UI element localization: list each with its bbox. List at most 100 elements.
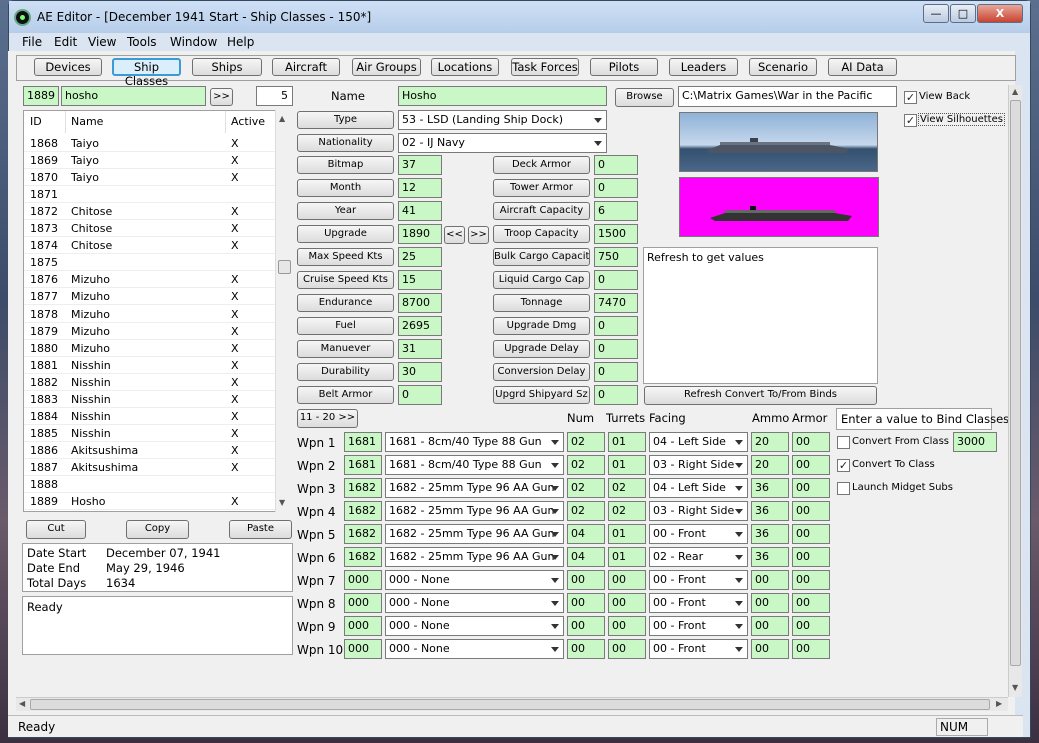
weapon-turrets-field[interactable]: 01 bbox=[608, 524, 646, 544]
weapon-num-field[interactable]: 00 bbox=[567, 616, 605, 636]
upgrade-next-button[interactable]: >> bbox=[468, 226, 489, 244]
cut-button[interactable]: Cut bbox=[26, 520, 86, 539]
weapon-armor-field[interactable]: 00 bbox=[792, 524, 830, 544]
list-row[interactable]: 1879 Mizuho X bbox=[24, 323, 276, 340]
search-id-field[interactable]: 1889 bbox=[23, 86, 59, 106]
weapon-facing-dropdown[interactable]: 04 - Left Side bbox=[649, 478, 748, 498]
list-row[interactable]: 1884 Nisshin X bbox=[24, 408, 276, 425]
field-button[interactable]: Tonnage bbox=[493, 294, 590, 312]
page-next-button[interactable]: 11 - 20 >> bbox=[297, 409, 358, 428]
search-go-button[interactable]: >> bbox=[210, 88, 233, 106]
weapon-armor-field[interactable]: 00 bbox=[792, 478, 830, 498]
weapon-id-field[interactable]: 1682 bbox=[344, 524, 382, 544]
field-value[interactable]: 0 bbox=[398, 385, 442, 405]
weapon-ammo-field[interactable]: 20 bbox=[751, 432, 789, 452]
field-value[interactable]: 12 bbox=[398, 178, 442, 198]
field-value[interactable]: 37 bbox=[398, 155, 442, 175]
weapon-ammo-field[interactable]: 00 bbox=[751, 593, 789, 613]
weapon-ammo-field[interactable]: 00 bbox=[751, 616, 789, 636]
weapon-num-field[interactable]: 02 bbox=[567, 432, 605, 452]
list-row[interactable]: 1880 Mizuho X bbox=[24, 340, 276, 357]
menu-help[interactable]: Help bbox=[227, 35, 254, 49]
weapon-dropdown[interactable]: 000 - None bbox=[385, 639, 564, 659]
list-row[interactable]: 1881 Nisshin X bbox=[24, 357, 276, 374]
ship-class-list[interactable]: ID Name Active 1868 Taiyo X 1869 Taiyo X 1870 T… bbox=[23, 110, 293, 512]
tab-air-groups[interactable]: Air Groups bbox=[352, 58, 421, 76]
menu-edit[interactable]: Edit bbox=[54, 35, 77, 49]
field-value[interactable]: 25 bbox=[398, 247, 442, 267]
weapon-armor-field[interactable]: 00 bbox=[792, 547, 830, 567]
menu-tools[interactable]: Tools bbox=[127, 35, 157, 49]
type-button[interactable]: Type bbox=[297, 111, 394, 129]
main-scroll-left-icon[interactable]: ◀ bbox=[19, 699, 25, 708]
field-button[interactable]: Cruise Speed Kts bbox=[297, 271, 394, 289]
weapon-facing-dropdown[interactable]: 00 - Front bbox=[649, 616, 748, 636]
field-button[interactable]: Upgrade bbox=[297, 225, 394, 243]
list-row[interactable]: 1872 Chitose X bbox=[24, 203, 276, 221]
field-button[interactable]: Manuever bbox=[297, 340, 394, 358]
field-button[interactable]: Belt Armor bbox=[297, 386, 394, 404]
list-row[interactable]: 1887 Akitsushima X bbox=[24, 459, 276, 476]
weapon-ammo-field[interactable]: 36 bbox=[751, 501, 789, 521]
weapon-turrets-field[interactable]: 01 bbox=[608, 432, 646, 452]
list-row[interactable]: 1878 Mizuho X bbox=[24, 306, 276, 323]
weapon-num-field[interactable]: 04 bbox=[567, 524, 605, 544]
field-value[interactable]: 30 bbox=[398, 362, 442, 382]
list-row[interactable]: 1871 bbox=[24, 186, 276, 204]
upgrade-prev-button[interactable]: << bbox=[444, 226, 465, 244]
weapon-turrets-field[interactable]: 00 bbox=[608, 639, 646, 659]
field-button[interactable]: Tower Armor bbox=[493, 179, 590, 197]
weapon-turrets-field[interactable]: 02 bbox=[608, 501, 646, 521]
list-row[interactable]: 1874 Chitose X bbox=[24, 237, 276, 255]
field-button[interactable]: Bitmap bbox=[297, 156, 394, 174]
col-header-active[interactable]: Active bbox=[226, 111, 276, 133]
field-button[interactable]: Upgrade Delay bbox=[493, 340, 590, 358]
weapon-armor-field[interactable]: 00 bbox=[792, 616, 830, 636]
field-button[interactable]: Fuel bbox=[297, 317, 394, 335]
weapon-dropdown[interactable]: 000 - None bbox=[385, 593, 564, 613]
field-value[interactable]: 7470 bbox=[594, 293, 638, 313]
weapon-dropdown[interactable]: 1682 - 25mm Type 96 AA Gun bbox=[385, 524, 564, 544]
field-button[interactable]: Max Speed Kts bbox=[297, 248, 394, 266]
scroll-up-icon[interactable]: ▲ bbox=[279, 114, 285, 123]
weapon-id-field[interactable]: 000 bbox=[344, 616, 382, 636]
weapon-armor-field[interactable]: 00 bbox=[792, 593, 830, 613]
tab-ai-data[interactable]: AI Data bbox=[828, 58, 897, 76]
field-value[interactable]: 2695 bbox=[398, 316, 442, 336]
field-value[interactable]: 0 bbox=[594, 362, 638, 382]
weapon-num-field[interactable]: 02 bbox=[567, 455, 605, 475]
nationality-button[interactable]: Nationality bbox=[297, 134, 394, 152]
field-button[interactable]: Bulk Cargo Capacity bbox=[493, 248, 590, 266]
list-row[interactable]: 1875 bbox=[24, 254, 276, 272]
weapon-id-field[interactable]: 000 bbox=[344, 639, 382, 659]
tab-aircraft[interactable]: Aircraft bbox=[272, 58, 340, 76]
type-dropdown[interactable]: 53 - LSD (Landing Ship Dock) bbox=[398, 110, 607, 130]
field-value[interactable]: 6 bbox=[594, 201, 638, 221]
list-row[interactable]: 1877 Mizuho X bbox=[24, 288, 276, 306]
weapon-num-field[interactable]: 00 bbox=[567, 639, 605, 659]
field-value[interactable]: 0 bbox=[594, 270, 638, 290]
weapon-facing-dropdown[interactable]: 04 - Left Side bbox=[649, 432, 748, 452]
convert-to-checkbox[interactable]: ✓ bbox=[837, 459, 850, 472]
weapon-num-field[interactable]: 02 bbox=[567, 478, 605, 498]
weapon-ammo-field[interactable]: 00 bbox=[751, 570, 789, 590]
weapon-turrets-field[interactable]: 00 bbox=[608, 616, 646, 636]
menu-view[interactable]: View bbox=[88, 35, 116, 49]
weapon-facing-dropdown[interactable]: 00 - Front bbox=[649, 570, 748, 590]
list-row[interactable]: 1886 Akitsushima X bbox=[24, 442, 276, 459]
field-button[interactable]: Aircraft Capacity bbox=[493, 202, 590, 220]
weapon-id-field[interactable]: 1681 bbox=[344, 432, 382, 452]
field-value[interactable]: 41 bbox=[398, 201, 442, 221]
weapon-facing-dropdown[interactable]: 00 - Front bbox=[649, 593, 748, 613]
field-button[interactable]: Year bbox=[297, 202, 394, 220]
field-value[interactable]: 0 bbox=[594, 178, 638, 198]
main-scroll-thumb[interactable] bbox=[1010, 100, 1021, 666]
weapon-facing-dropdown[interactable]: 03 - Right Side bbox=[649, 501, 748, 521]
field-value[interactable]: 8700 bbox=[398, 293, 442, 313]
main-scroll-right-icon[interactable]: ▶ bbox=[996, 699, 1002, 708]
scroll-thumb[interactable] bbox=[278, 260, 291, 274]
weapon-id-field[interactable]: 000 bbox=[344, 570, 382, 590]
weapon-armor-field[interactable]: 00 bbox=[792, 639, 830, 659]
weapon-turrets-field[interactable]: 00 bbox=[608, 570, 646, 590]
list-row[interactable]: 1888 bbox=[24, 476, 276, 493]
